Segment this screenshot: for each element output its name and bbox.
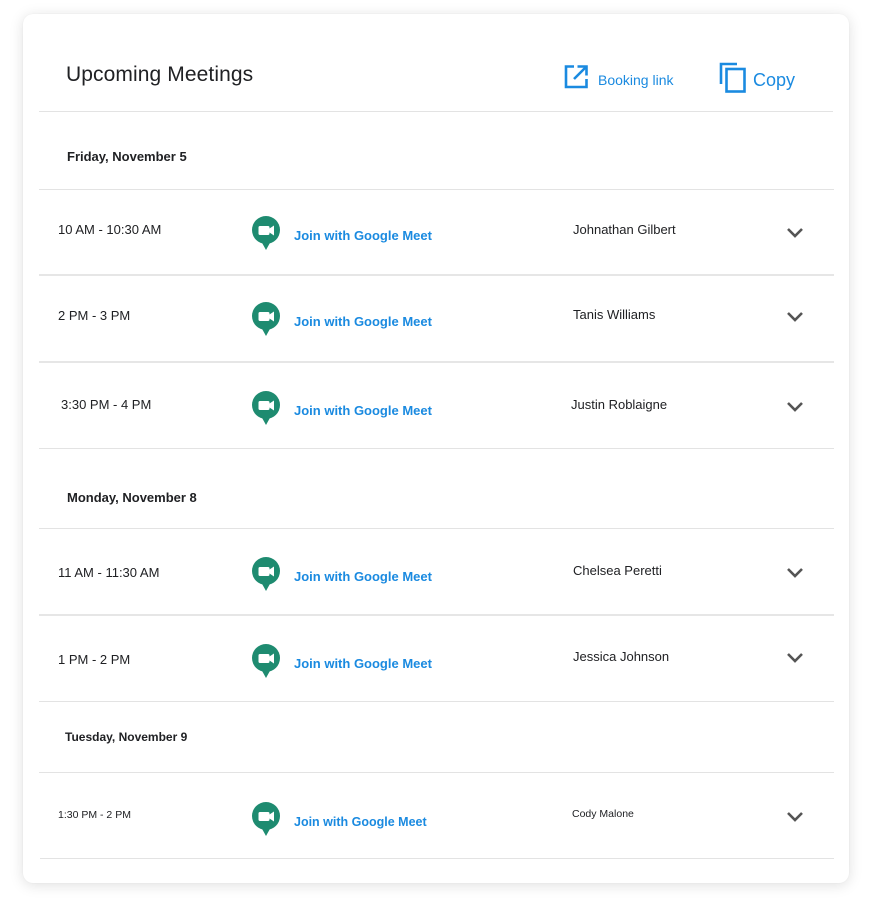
google-meet-icon [252, 557, 280, 596]
booking-link-button[interactable]: Booking link [563, 64, 674, 95]
attendee-name: Jessica Johnson [573, 649, 670, 664]
join-meet-link[interactable]: Join with Google Meet [252, 802, 427, 841]
attendee-name: Johnathan Gilbert [573, 222, 676, 237]
chevron-down-icon[interactable] [786, 226, 804, 244]
meeting-row: 2 PM - 3 PM Join with Google Meet Tanis … [39, 276, 834, 360]
date-heading: Tuesday, November 9 [65, 730, 188, 744]
booking-link-label: Booking link [598, 71, 674, 88]
attendee-name: Tanis Williams [573, 307, 656, 322]
chevron-down-icon[interactable] [786, 400, 804, 418]
join-meet-label: Join with Google Meet [294, 314, 432, 329]
attendee-name: Chelsea Peretti [573, 563, 662, 578]
chevron-down-icon[interactable] [786, 651, 804, 669]
chevron-down-icon[interactable] [786, 566, 804, 584]
meeting-time: 3:30 PM - 4 PM [61, 397, 152, 412]
copy-icon [719, 62, 747, 98]
google-meet-icon [252, 302, 280, 341]
join-meet-label: Join with Google Meet [294, 228, 432, 243]
date-heading: Monday, November 8 [67, 490, 197, 505]
join-meet-link[interactable]: Join with Google Meet [252, 216, 432, 255]
divider [39, 701, 834, 702]
meeting-row: 11 AM - 11:30 AM Join with Google Meet C… [39, 529, 834, 614]
join-meet-label: Join with Google Meet [294, 569, 432, 584]
chevron-down-icon[interactable] [786, 310, 804, 328]
google-meet-icon [252, 644, 280, 683]
join-meet-label: Join with Google Meet [294, 403, 432, 418]
meeting-time: 10 AM - 10:30 AM [58, 222, 162, 237]
card-header: Upcoming Meetings Booking link Copy [23, 14, 849, 111]
attendee-name: Justin Roblaigne [571, 397, 668, 412]
meeting-row: 1 PM - 2 PM Join with Google Meet Jessic… [39, 616, 834, 701]
join-meet-link[interactable]: Join with Google Meet [252, 302, 432, 341]
meeting-time: 2 PM - 3 PM [58, 308, 131, 323]
meeting-time: 1:30 PM - 2 PM [58, 809, 131, 821]
join-meet-link[interactable]: Join with Google Meet [252, 391, 432, 430]
meeting-time: 1 PM - 2 PM [58, 652, 131, 667]
join-meet-label: Join with Google Meet [294, 656, 432, 671]
meeting-row: 3:30 PM - 4 PM Join with Google Meet Jus… [39, 363, 834, 448]
join-meet-label: Join with Google Meet [294, 814, 427, 829]
google-meet-icon [252, 216, 280, 255]
meeting-row: 1:30 PM - 2 PM Join with Google Meet Cod… [39, 773, 834, 858]
meeting-row: 10 AM - 10:30 AM Join with Google Meet J… [39, 190, 834, 274]
open-in-new-icon [563, 64, 589, 95]
header-divider [39, 111, 833, 112]
google-meet-icon [252, 391, 280, 430]
copy-button[interactable]: Copy [719, 62, 795, 98]
join-meet-link[interactable]: Join with Google Meet [252, 644, 432, 683]
upcoming-meetings-card: Upcoming Meetings Booking link Copy Frid… [23, 14, 849, 883]
google-meet-icon [252, 802, 280, 841]
join-meet-link[interactable]: Join with Google Meet [252, 557, 432, 596]
chevron-down-icon[interactable] [786, 810, 804, 828]
meeting-time: 11 AM - 11:30 AM [58, 565, 160, 580]
date-heading: Friday, November 5 [67, 149, 187, 164]
divider [40, 858, 834, 859]
copy-label: Copy [753, 69, 796, 90]
attendee-name: Cody Malone [572, 808, 634, 820]
divider [39, 448, 834, 449]
page-title: Upcoming Meetings [66, 63, 254, 86]
